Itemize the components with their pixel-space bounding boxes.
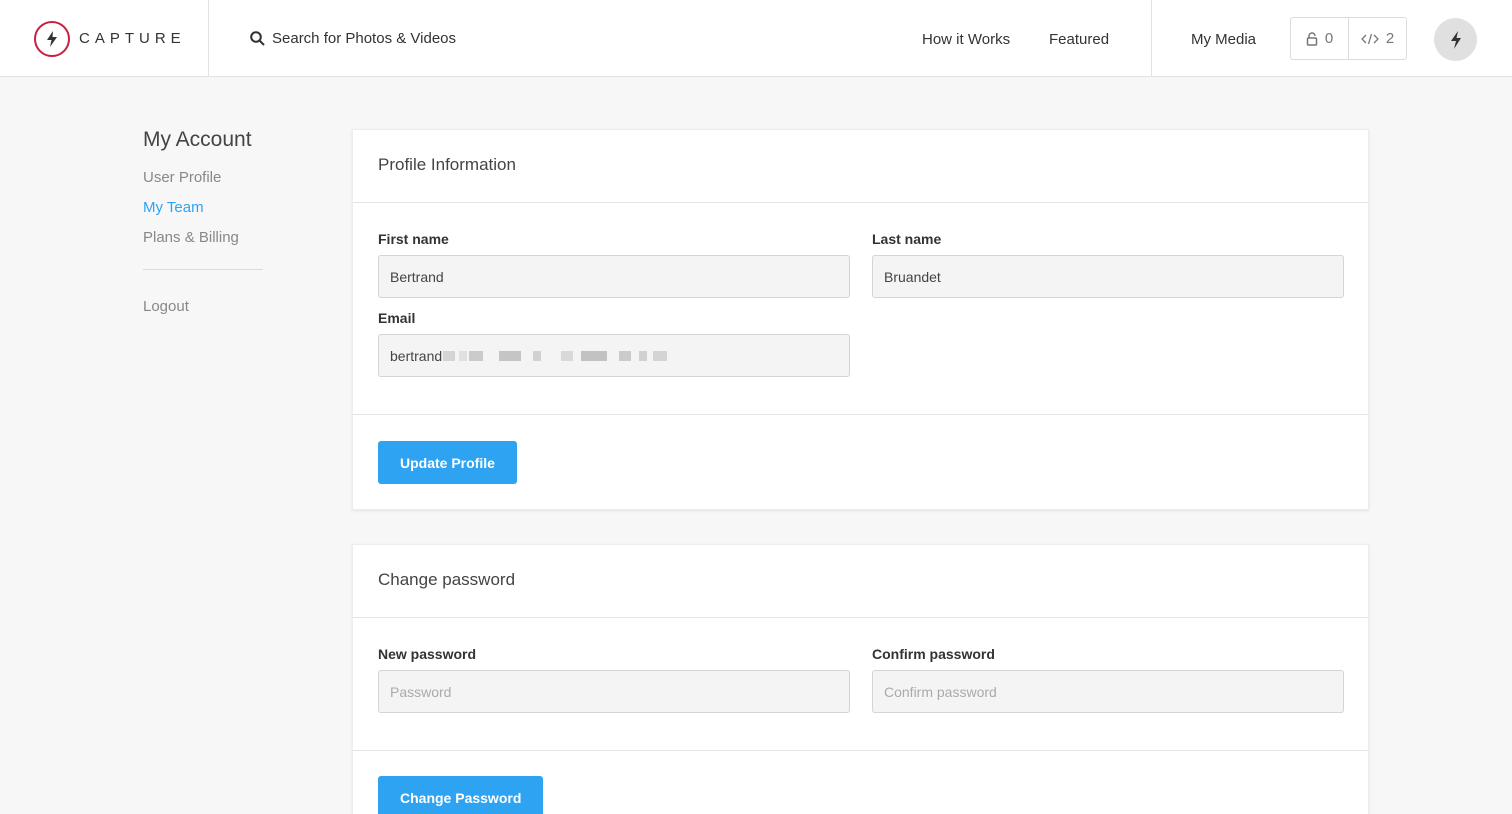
search-trigger[interactable]: Search for Photos & Videos [250, 30, 456, 47]
bolt-icon [1450, 30, 1461, 49]
password-form: New password Confirm password [353, 618, 1368, 751]
embed-count: 2 [1385, 30, 1395, 47]
profile-heading: Profile Information [353, 130, 1368, 203]
sidebar-item-plans-billing[interactable]: Plans & Billing [143, 229, 263, 246]
unlock-icon [1306, 31, 1318, 46]
brand[interactable]: CAPTURE [0, 0, 209, 76]
private-count: 0 [1324, 30, 1334, 47]
nav-my-media[interactable]: My Media [1191, 31, 1256, 48]
last-name-field[interactable] [872, 255, 1344, 298]
search-icon [250, 31, 265, 46]
media-counters: 0 2 [1290, 17, 1407, 60]
private-counter[interactable]: 0 [1291, 18, 1348, 59]
first-name-field[interactable] [378, 255, 850, 298]
header-divider [1151, 0, 1152, 76]
nav-featured[interactable]: Featured [1049, 31, 1109, 48]
profile-card: Profile Information First name Last name… [352, 129, 1369, 510]
new-password-label: New password [378, 646, 477, 662]
sidebar-title: My Account [143, 128, 252, 151]
last-name-label: Last name [872, 231, 942, 247]
sidebar-item-my-team[interactable]: My Team [143, 199, 263, 216]
confirm-password-field[interactable] [872, 670, 1344, 713]
sidebar-item-user-profile[interactable]: User Profile [143, 169, 263, 186]
update-profile-button[interactable]: Update Profile [378, 441, 517, 484]
sidebar-divider [143, 269, 263, 270]
email-redaction [443, 351, 668, 363]
embed-counter[interactable]: 2 [1348, 18, 1406, 59]
search-label: Search for Photos & Videos [272, 30, 456, 47]
nav-how-it-works[interactable]: How it Works [922, 31, 1010, 48]
account-sidebar: My Account User Profile My Team Plans & … [143, 128, 263, 328]
email-label: Email [378, 310, 416, 326]
password-heading: Change password [353, 545, 1368, 618]
change-password-button[interactable]: Change Password [378, 776, 544, 814]
profile-form: First name Last name Email [353, 203, 1368, 415]
confirm-password-label: Confirm password [872, 646, 995, 662]
logo-bolt-icon [34, 21, 70, 57]
new-password-field[interactable] [378, 670, 850, 713]
first-name-label: First name [378, 231, 449, 247]
password-card: Change password New password Confirm pas… [352, 544, 1369, 814]
top-header: CAPTURE Search for Photos & Videos How i… [0, 0, 1512, 77]
logo-text: CAPTURE [79, 30, 186, 47]
account-avatar[interactable] [1434, 18, 1477, 61]
sidebar-item-logout[interactable]: Logout [143, 298, 263, 315]
code-icon [1360, 33, 1379, 44]
